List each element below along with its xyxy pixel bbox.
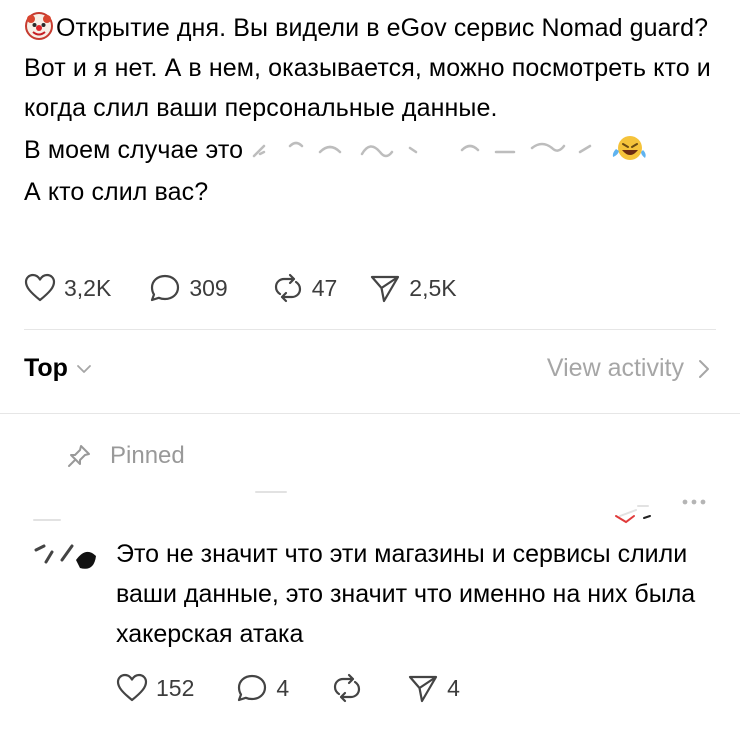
send-icon	[371, 275, 400, 303]
redacted-text-blur	[250, 134, 610, 164]
share-button[interactable]: 2,5K	[369, 273, 457, 303]
repost-icon	[334, 673, 361, 703]
chevron-down-icon	[77, 364, 91, 373]
divider	[24, 329, 716, 330]
post-actions: 3,2K 309 47 2,5K	[24, 273, 489, 303]
clown-face-icon	[24, 11, 54, 41]
reply-button[interactable]: 309	[149, 273, 228, 303]
pinned-label: Pinned	[110, 442, 185, 469]
heart-icon	[24, 273, 56, 302]
sort-label: Top	[24, 354, 68, 382]
comment-icon	[238, 674, 267, 702]
section-divider	[0, 413, 740, 414]
view-activity-link[interactable]: View activity	[547, 354, 710, 383]
share-count: 2,5K	[409, 274, 457, 301]
pin-icon	[68, 445, 90, 467]
chevron-right-icon	[699, 359, 709, 378]
heart-icon	[116, 673, 148, 702]
more-options-icon[interactable]	[680, 494, 708, 510]
reply-reply-count: 4	[276, 674, 290, 701]
post-paragraph-3: А кто слил вас?	[24, 178, 209, 206]
avatar[interactable]	[32, 538, 102, 578]
reply-share-count: 4	[447, 674, 460, 701]
pinned-indicator: Pinned	[66, 442, 185, 470]
post-paragraph-1: Открытие дня. Вы видели в eGov сервис No…	[24, 8, 724, 128]
repost-icon	[274, 273, 301, 303]
post-text-prefix: В моем случае это	[24, 136, 251, 164]
reply-actions: 152 4 4	[116, 673, 492, 703]
repost-count: 47	[311, 274, 338, 301]
reply-count: 309	[189, 274, 228, 301]
laughing-crying-face-icon	[610, 133, 646, 163]
reply-repost-button[interactable]	[331, 673, 371, 703]
reply-body: Это не значит что эти магазины и сервисы…	[116, 540, 696, 648]
post-text-main: Открытие дня. Вы видели в eGov сервис No…	[24, 14, 711, 122]
comment-icon	[151, 274, 180, 302]
post-body: Открытие дня. Вы видели в eGov сервис No…	[24, 8, 724, 212]
repost-button[interactable]: 47	[272, 273, 338, 303]
post-paragraph-2: В моем случае это	[24, 130, 724, 170]
reply-like-button[interactable]: 152	[116, 673, 194, 703]
view-activity-label: View activity	[546, 354, 684, 382]
like-count: 3,2K	[64, 274, 112, 301]
reply-share-button[interactable]: 4	[407, 673, 460, 703]
reply-reply-button[interactable]: 4	[236, 673, 289, 703]
like-button[interactable]: 3,2K	[24, 273, 111, 303]
reply-like-count: 152	[156, 674, 195, 701]
sort-dropdown[interactable]: Top	[24, 354, 92, 383]
send-icon	[409, 675, 438, 703]
